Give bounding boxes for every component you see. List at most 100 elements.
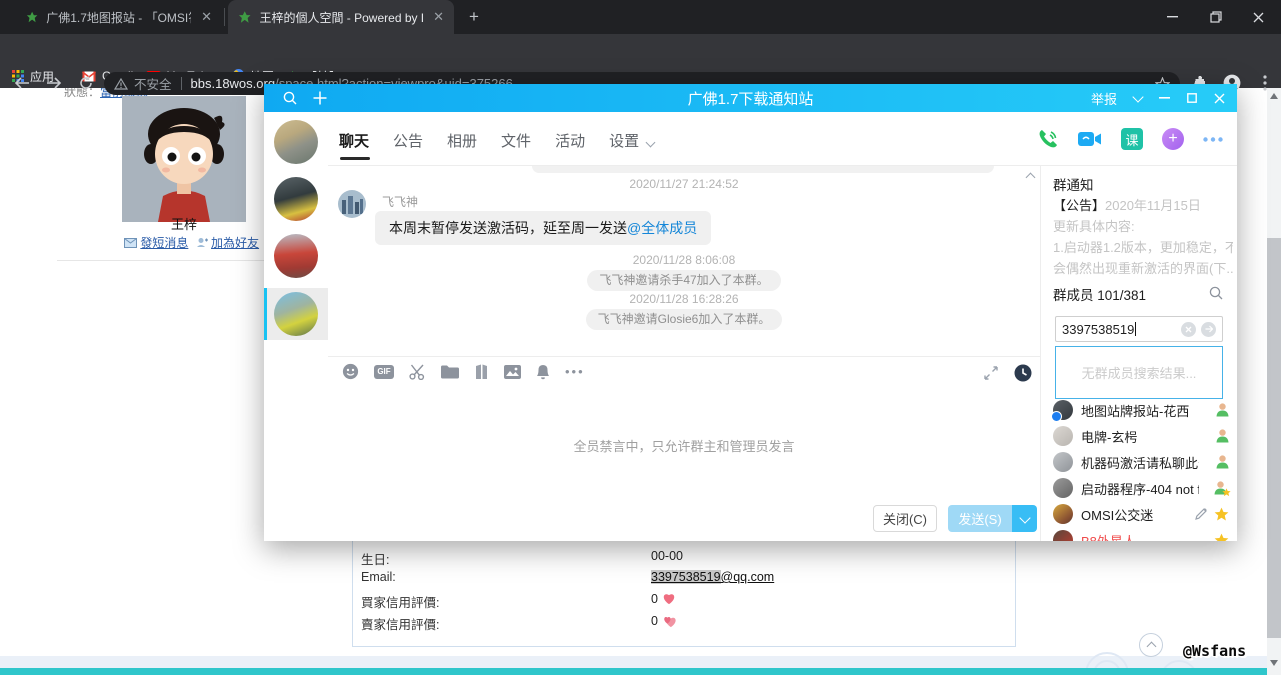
group-notice-title[interactable]: 群通知 (1053, 174, 1094, 194)
add-friend-icon (196, 238, 208, 247)
gif-icon[interactable]: GIF (374, 364, 394, 379)
add-friend-link[interactable]: 加為好友 (211, 236, 259, 250)
seller-credit-number: 0 (651, 614, 658, 628)
reload-button[interactable] (74, 71, 98, 95)
qq-titlebar[interactable]: 广佛1.7下载通知站 举报 (264, 84, 1237, 112)
qq-maximize-button[interactable] (1187, 93, 1197, 103)
notice-headline: 【公告】2020年11月15日 (1053, 195, 1201, 214)
email-user: 3397538519 (651, 570, 721, 584)
member-row[interactable]: 地图站牌报站-花西 (1041, 397, 1237, 423)
site-favicon (238, 11, 251, 23)
no-result-text: 无群成员搜索结果... (1081, 366, 1197, 381)
email-link[interactable]: 3397538519@qq.com (651, 570, 774, 584)
notice-date: 2020年11月15日 (1105, 198, 1201, 213)
back-to-top-button[interactable] (1139, 633, 1163, 657)
profile-links: 發短消息 加為好友 (124, 234, 284, 251)
group-avatar-2[interactable] (274, 177, 318, 221)
member-row[interactable]: 启动器程序-404 not fo (1041, 475, 1237, 501)
tab-settings[interactable]: 设置 (609, 130, 656, 151)
create-group-icon[interactable] (313, 91, 327, 105)
member-name: 启动器程序-404 not fo (1081, 481, 1199, 497)
buyer-credit-label: 買家信用評價: (361, 596, 440, 610)
clear-search-icon[interactable] (1181, 321, 1196, 337)
forward-button[interactable] (42, 71, 66, 95)
group-avatar-4-selected[interactable] (274, 292, 318, 336)
url-host: bbs.18wos.org (190, 76, 276, 91)
page-scrollbar[interactable] (1267, 88, 1281, 675)
video-call-icon[interactable] (1078, 130, 1102, 148)
member-name: 地图站牌报站-花西 (1081, 403, 1190, 419)
search-icon[interactable] (283, 91, 297, 105)
system-message: 飞飞神邀请Glosie6加入了本群。 (585, 309, 783, 330)
file-folder-icon[interactable] (441, 365, 459, 379)
system-message-wrap: 飞飞神邀请Glosie6加入了本群。 (328, 309, 1040, 330)
more-options-icon[interactable] (1203, 136, 1223, 142)
window-close-button[interactable] (1237, 0, 1280, 34)
tab-activity[interactable]: 活动 (555, 130, 585, 151)
owner-star-icon (1214, 507, 1229, 520)
tab-chat[interactable]: 聊天 (339, 130, 369, 151)
close-button[interactable]: 关闭(C) (873, 505, 937, 532)
group-avatar-3[interactable] (274, 234, 318, 278)
qq-group-window: 广佛1.7下载通知站 举报 聊天 公告 相册 文件 活动 设置 课 + 2020… (264, 84, 1237, 541)
report-button[interactable]: 举报 (1091, 89, 1117, 108)
class-mode-icon[interactable]: 课 (1121, 128, 1143, 150)
add-icon[interactable]: + (1162, 128, 1184, 150)
tab-announcement[interactable]: 公告 (393, 130, 423, 151)
member-row[interactable]: OMSI公交迷 (1041, 501, 1237, 527)
member-name: OMSI公交迷 (1081, 507, 1154, 523)
voice-call-icon[interactable] (1037, 128, 1059, 150)
window-minimize-button[interactable] (1151, 0, 1194, 34)
browser-tab-2-active[interactable]: 王梓的個人空間 - Powered by D ✕ (228, 0, 454, 34)
qq-minimize-button[interactable] (1159, 97, 1170, 99)
omnibox-separator (180, 77, 182, 90)
security-label[interactable]: 不安全 (134, 74, 172, 93)
member-row[interactable]: B8外星人 (1041, 527, 1237, 541)
emoji-icon[interactable] (342, 363, 359, 380)
members-count-title: 群成员 101/381 (1053, 288, 1147, 303)
send-options-button[interactable] (1012, 505, 1037, 532)
admin-star-role-icon (1214, 480, 1231, 496)
send-message-link[interactable]: 發短消息 (140, 236, 188, 250)
profile-avatar (122, 96, 246, 222)
member-row[interactable]: 机器码激活请私聊此号 (1041, 449, 1237, 475)
tab-close-icon[interactable]: ✕ (433, 9, 444, 25)
screenshot-scissors-icon[interactable] (409, 364, 426, 380)
birthday-label: 生日: (361, 553, 390, 567)
window-restore-button[interactable] (1194, 0, 1237, 34)
expand-input-icon[interactable] (984, 366, 998, 380)
bell-icon[interactable] (536, 364, 550, 380)
tab-album[interactable]: 相册 (447, 130, 477, 151)
chevron-down-icon[interactable] (1132, 90, 1144, 103)
tab-close-icon[interactable]: ✕ (201, 9, 212, 25)
image-icon[interactable] (504, 364, 521, 379)
scroll-down-arrow[interactable] (1270, 660, 1278, 666)
scrollbar-thumb[interactable] (1267, 238, 1281, 638)
search-go-icon[interactable] (1201, 321, 1216, 337)
system-message-wrap: 飞飞神邀请杀手47加入了本群。 (328, 270, 1040, 291)
message-history-icon[interactable] (1014, 364, 1032, 382)
toolbar-more-icon[interactable]: ••• (565, 364, 585, 379)
new-tab-button[interactable]: + (462, 5, 486, 29)
tab-files[interactable]: 文件 (501, 130, 531, 151)
qq-close-button[interactable] (1214, 93, 1225, 104)
group-avatar-1[interactable] (274, 120, 318, 164)
member-search-icon[interactable] (1209, 286, 1223, 300)
email-value: 3397538519@qq.com (651, 570, 774, 584)
member-search-input[interactable]: 3397538519 (1055, 316, 1223, 342)
member-row[interactable]: 电牌-玄枵 (1041, 423, 1237, 449)
menu-button[interactable] (1253, 71, 1277, 95)
sender-avatar[interactable] (338, 190, 366, 218)
back-button[interactable] (10, 71, 34, 95)
footer-teal-bar (0, 668, 1281, 675)
edit-pencil-icon[interactable] (1194, 507, 1208, 521)
seller-credit-value: 0 (651, 614, 678, 628)
shake-window-icon[interactable] (474, 364, 489, 380)
mention-all[interactable]: @全体成员 (627, 220, 697, 236)
browser-tab-1[interactable]: 广佛1.7地图报站 - 「OMSI答疑 ✕ (16, 0, 222, 34)
send-button[interactable]: 发送(S) (948, 505, 1012, 532)
buyer-credit-value: 0 (651, 592, 676, 606)
watermark: @Wsfans (1183, 642, 1247, 660)
member-avatar (1051, 400, 1073, 422)
profile-info-box: 生日: 00-00 Email: 3397538519@qq.com 買家信用評… (352, 533, 1016, 647)
